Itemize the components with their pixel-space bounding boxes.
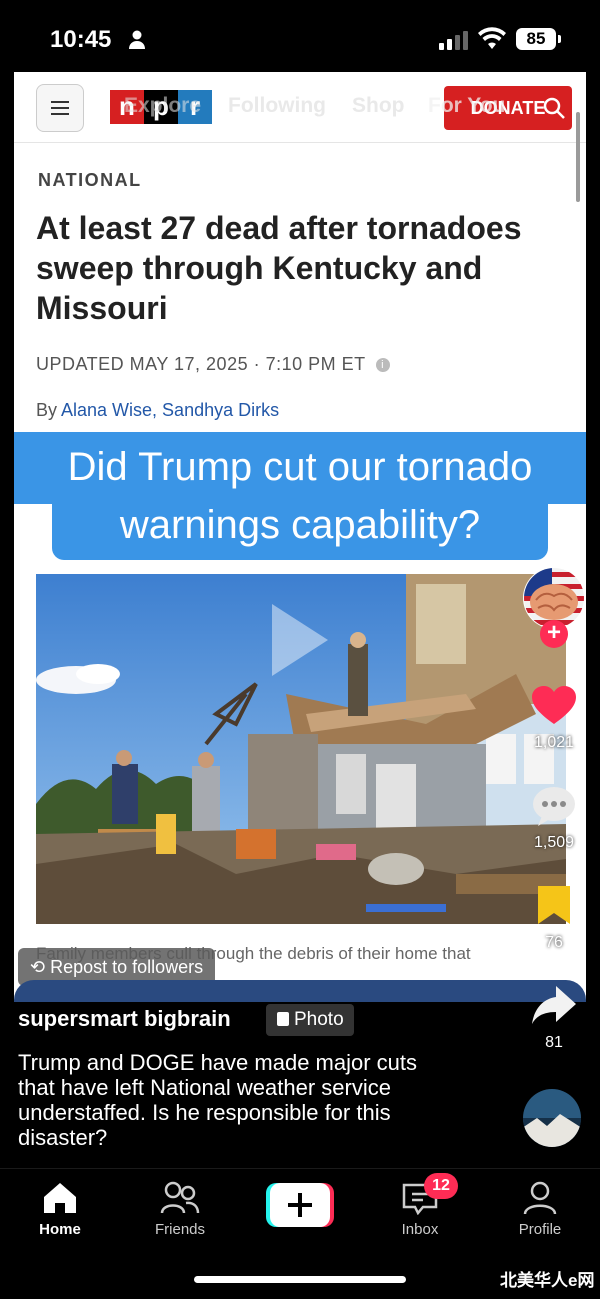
article-updated: UPDATED MAY 17, 2025 · 7:10 PM ET i (36, 354, 390, 375)
tornado-damage-photo (36, 574, 566, 924)
photo-icon (277, 1012, 289, 1026)
share-arrow-icon[interactable] (532, 986, 576, 1026)
ghost-nav-shop: Shop (352, 94, 405, 117)
npr-header: n p r Explore Following Shop DONATE For … (14, 72, 586, 143)
hamburger-menu-icon (36, 84, 84, 132)
comment-count: 1,509 (533, 834, 575, 851)
home-icon (44, 1183, 76, 1213)
post-author[interactable]: supersmart bigbrain (18, 1006, 231, 1032)
heart-icon[interactable] (532, 686, 576, 726)
share-count: 81 (545, 1034, 563, 1051)
photo-tag: Photo (266, 1004, 354, 1036)
search-icon[interactable] (542, 96, 566, 120)
wifi-icon (478, 27, 506, 49)
ghost-nav-for-you: For You (428, 94, 506, 117)
info-icon: i (375, 358, 390, 372)
ghost-nav-explore: Explore (124, 94, 202, 117)
scrollbar (576, 112, 580, 202)
create-plus-button[interactable] (266, 1183, 334, 1227)
profile-icon (523, 1181, 557, 1215)
creator-avatar-group[interactable]: + (520, 566, 588, 686)
status-time: 10:45 (50, 26, 112, 53)
like-count: 1,021 (533, 734, 575, 751)
tab-profile[interactable]: Profile (490, 1181, 590, 1238)
status-bar: 10:45 85 (0, 0, 600, 72)
friends-icon (160, 1181, 200, 1214)
article-byline: By Alana Wise, Sandhya Dirks (36, 400, 280, 420)
like-button[interactable]: 1,021 (520, 686, 588, 752)
comment-button[interactable]: 1,509 (520, 786, 588, 852)
follow-plus-icon[interactable]: + (540, 620, 568, 648)
battery-indicator: 85 (516, 28, 561, 50)
save-button[interactable]: 76 (520, 886, 588, 952)
tab-home[interactable]: Home (10, 1181, 110, 1238)
tab-friends[interactable]: Friends (130, 1181, 230, 1238)
peek-bar (14, 980, 586, 1002)
share-button[interactable]: 81 (520, 986, 588, 1052)
cellular-signal-icon (439, 31, 468, 50)
person-icon (129, 30, 145, 49)
ghost-nav-following: Following (228, 94, 326, 117)
save-count: 76 (545, 934, 563, 951)
bookmark-icon[interactable] (536, 886, 572, 926)
repost-icon: ⟲ (30, 957, 51, 977)
inbox-badge: 12 (424, 1173, 458, 1199)
watermark: 北美华人e网 (500, 1271, 595, 1290)
home-indicator (194, 1276, 406, 1283)
article-headline: At least 27 dead after tornadoes sweep t… (36, 210, 522, 326)
article-section: NATIONAL (38, 170, 142, 190)
post-description[interactable]: Trump and DOGE have made major cuts that… (18, 1050, 448, 1150)
music-disc-icon[interactable] (522, 1088, 582, 1148)
byline-authors: Alana Wise, Sandhya Dirks (61, 400, 280, 420)
comment-icon[interactable] (532, 786, 576, 826)
overlay-text-line2: warnings capability? (52, 494, 548, 560)
